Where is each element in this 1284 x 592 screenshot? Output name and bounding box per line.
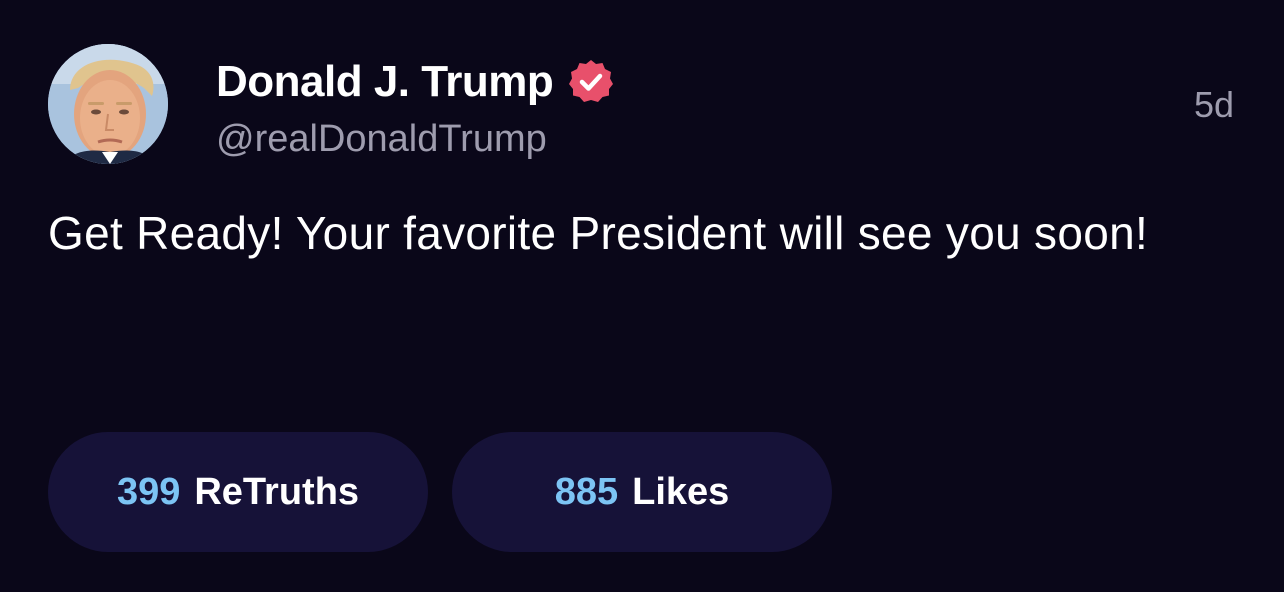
- avatar-photo: [48, 44, 168, 164]
- likes-label: Likes: [632, 470, 730, 513]
- author-handle[interactable]: @realDonaldTrump: [216, 118, 547, 161]
- post-text: Get Ready! Your favorite President will …: [48, 207, 1149, 259]
- likes-count: 885: [554, 470, 619, 513]
- likes-button[interactable]: 885 Likes: [452, 432, 832, 552]
- post-card: Donald J. Trump @realDonaldTrump 5d Get …: [0, 0, 1284, 592]
- verified-badge-icon: [567, 58, 615, 106]
- author-display-name[interactable]: Donald J. Trump: [216, 57, 554, 107]
- author-row: Donald J. Trump: [216, 56, 615, 108]
- retruths-button[interactable]: 399 ReTruths: [48, 432, 428, 552]
- retruths-count: 399: [116, 470, 181, 513]
- post-timestamp[interactable]: 5d: [1194, 84, 1234, 126]
- retruths-label: ReTruths: [194, 470, 360, 513]
- avatar[interactable]: [48, 44, 168, 164]
